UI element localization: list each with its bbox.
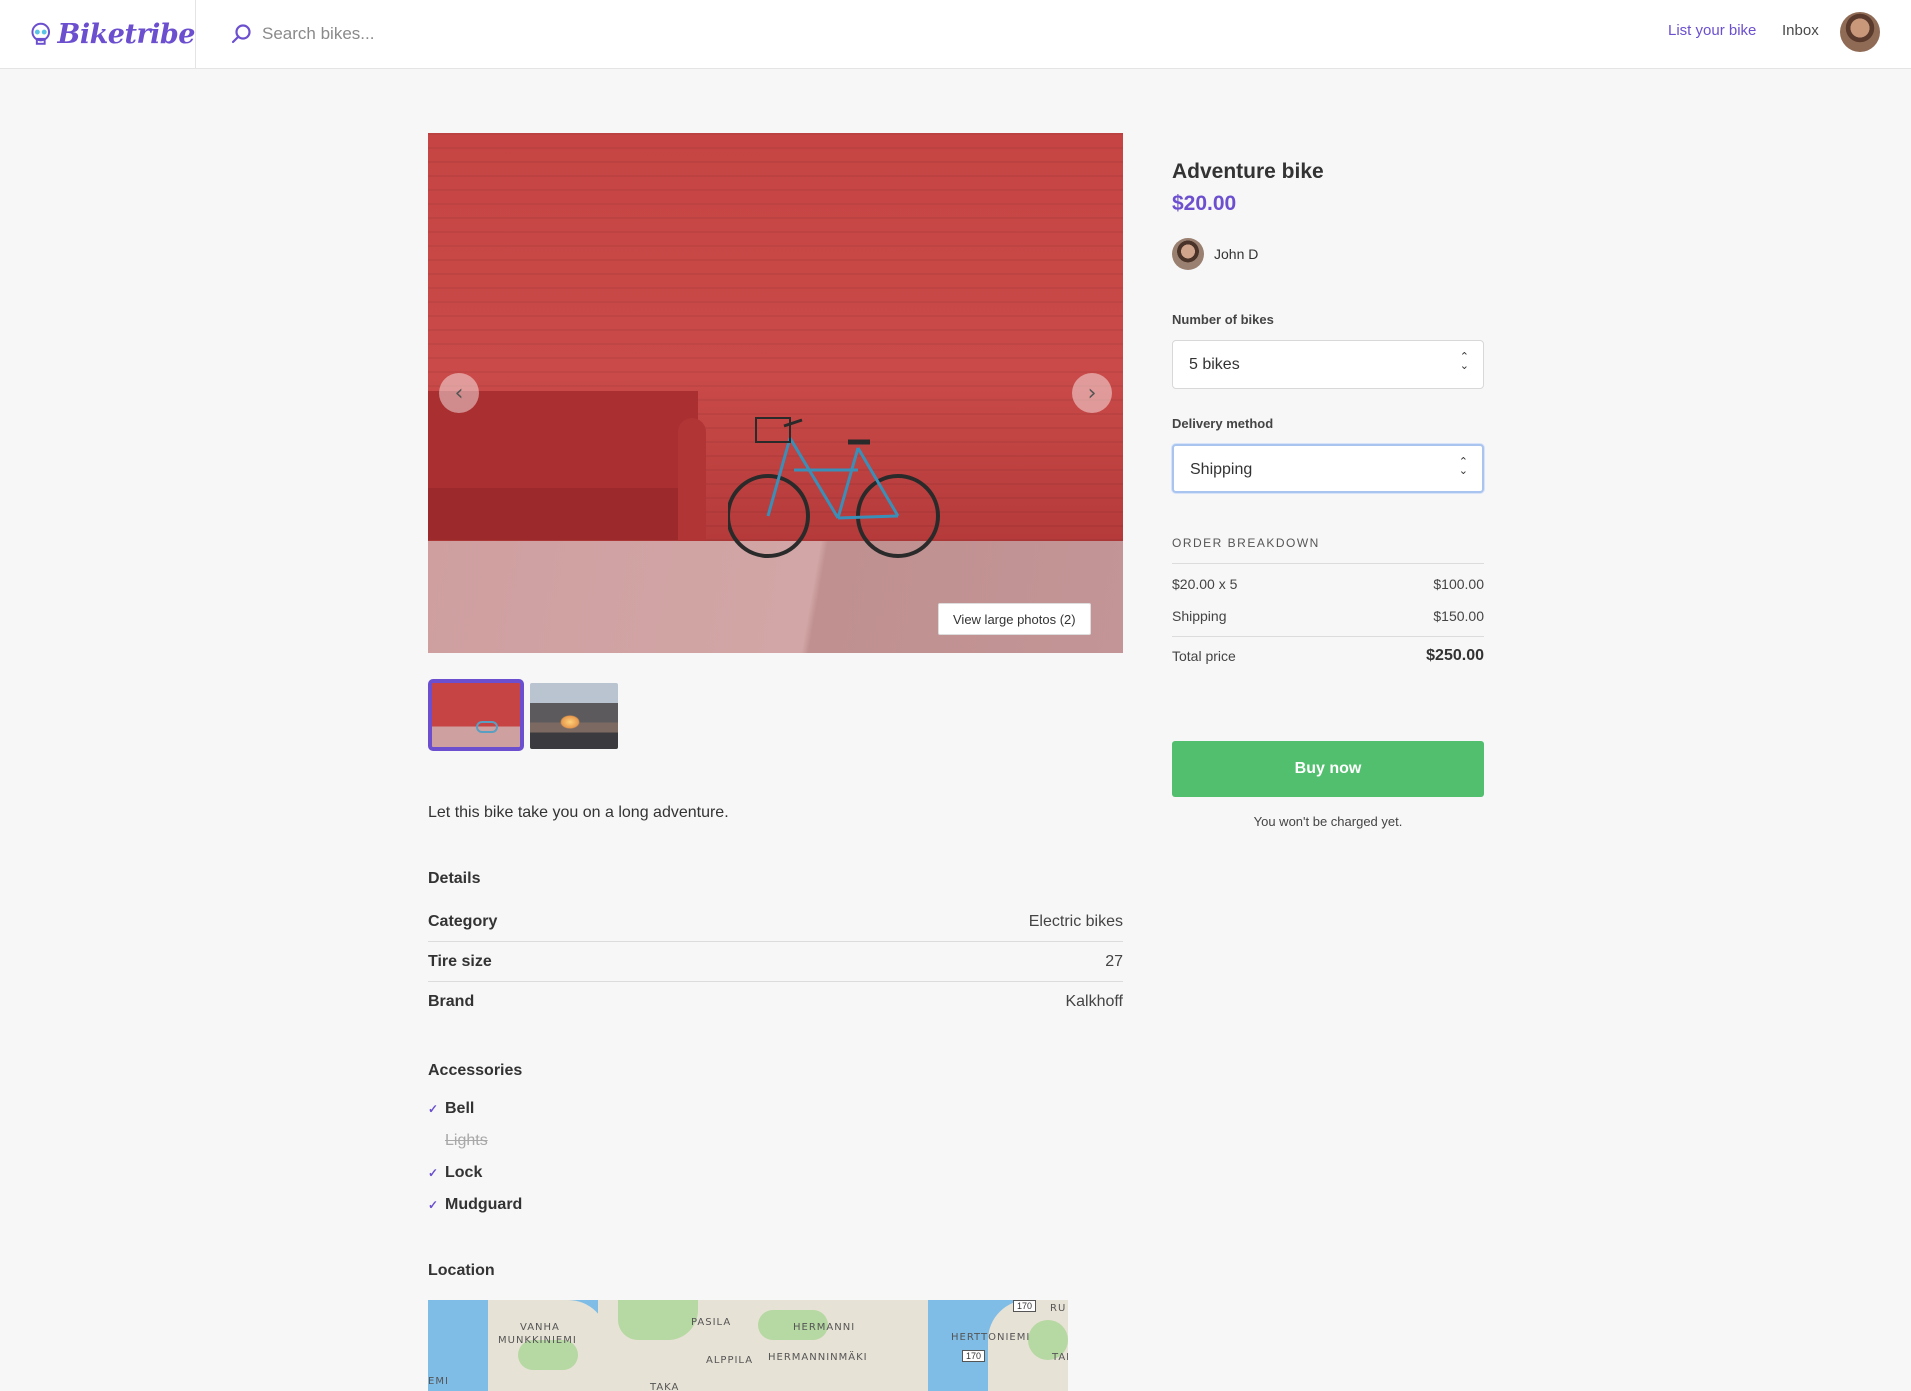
location-map[interactable]: VANHA MUNKKINIEMI PASILA HERMANNI ALPPIL… <box>428 1300 1068 1391</box>
select-arrows-icon: ⌃ ⌄ <box>1459 351 1469 372</box>
inbox-link[interactable]: Inbox <box>1782 22 1819 39</box>
delivery-method-value: Shipping <box>1190 461 1253 478</box>
line-item-row: $20.00 x 5 $100.00 <box>1172 576 1484 592</box>
search-icon <box>231 24 251 44</box>
number-of-bikes-label: Number of bikes <box>1172 312 1274 327</box>
listing-description: Let this bike take you on a long adventu… <box>428 804 729 821</box>
previous-image-button[interactable]: ‹ <box>439 373 479 413</box>
road-shield: 170 <box>1013 1300 1037 1312</box>
check-icon: ✓ <box>428 1166 439 1180</box>
accessory-item: ✓ Mudguard <box>428 1196 523 1213</box>
listing-title: Adventure bike <box>1172 160 1324 183</box>
accessory-item: ✓ Bell <box>428 1100 475 1117</box>
detail-value: Kalkhoff <box>1065 993 1123 1010</box>
shipping-row: Shipping $150.00 <box>1172 608 1484 624</box>
details-heading: Details <box>428 870 481 887</box>
brand-name: Biketribe <box>57 18 196 50</box>
detail-row: Brand Kalkhoff <box>428 982 1123 1022</box>
detail-value: 27 <box>1105 953 1123 970</box>
thumbnail-1[interactable] <box>428 679 524 751</box>
seller-name[interactable]: John D <box>1214 246 1258 262</box>
chevron-right-icon: › <box>1087 380 1097 406</box>
listing-price: $20.00 <box>1172 192 1237 215</box>
skull-logo-icon <box>31 22 51 45</box>
number-of-bikes-select[interactable]: 5 bikes ⌃ ⌄ <box>1172 340 1484 389</box>
delivery-method-label: Delivery method <box>1172 416 1274 431</box>
location-heading: Location <box>428 1262 495 1279</box>
detail-row: Category Electric bikes <box>428 902 1123 942</box>
top-navigation-bar: Biketribe Search bikes... List your bike… <box>0 0 1911 69</box>
view-large-photos-button[interactable]: View large photos (2) <box>938 603 1091 635</box>
accessories-heading: Accessories <box>428 1062 523 1079</box>
accessory-item: Lights <box>445 1132 488 1149</box>
search-bar[interactable]: Search bikes... <box>230 18 374 50</box>
detail-row: Tire size 27 <box>428 942 1123 982</box>
buy-now-button[interactable]: Buy now <box>1172 741 1484 797</box>
next-image-button[interactable]: › <box>1072 373 1112 413</box>
delivery-method-select[interactable]: Shipping ⌃ ⌄ <box>1172 444 1484 493</box>
order-breakdown-title: ORDER BREAKDOWN <box>1172 536 1320 550</box>
search-input[interactable]: Search bikes... <box>262 24 374 44</box>
chevron-left-icon: ‹ <box>454 380 464 406</box>
divider <box>1172 636 1484 637</box>
total-price-row: Total price $250.00 <box>1172 647 1484 664</box>
number-of-bikes-value: 5 bikes <box>1189 356 1240 373</box>
divider <box>1172 563 1484 564</box>
select-arrows-icon: ⌃ ⌄ <box>1458 456 1468 477</box>
listing-main-image[interactable]: ‹ › View large photos (2) <box>428 133 1123 653</box>
detail-key: Category <box>428 913 498 930</box>
seller-avatar[interactable] <box>1172 238 1204 270</box>
check-icon: ✓ <box>428 1102 439 1116</box>
detail-key: Brand <box>428 993 475 1010</box>
user-avatar[interactable] <box>1840 12 1880 52</box>
check-icon: ✓ <box>428 1198 439 1212</box>
list-your-bike-link[interactable]: List your bike <box>1668 22 1756 39</box>
road-shield: 170 <box>962 1350 986 1362</box>
brand-logo[interactable]: Biketribe <box>0 0 196 68</box>
detail-value: Electric bikes <box>1028 913 1123 930</box>
bicycle-illustration <box>728 417 940 558</box>
detail-key: Tire size <box>428 953 492 970</box>
accessory-item: ✓ Lock <box>428 1164 483 1181</box>
thumbnail-2[interactable] <box>530 683 618 749</box>
charge-note: You won't be charged yet. <box>1253 814 1403 829</box>
